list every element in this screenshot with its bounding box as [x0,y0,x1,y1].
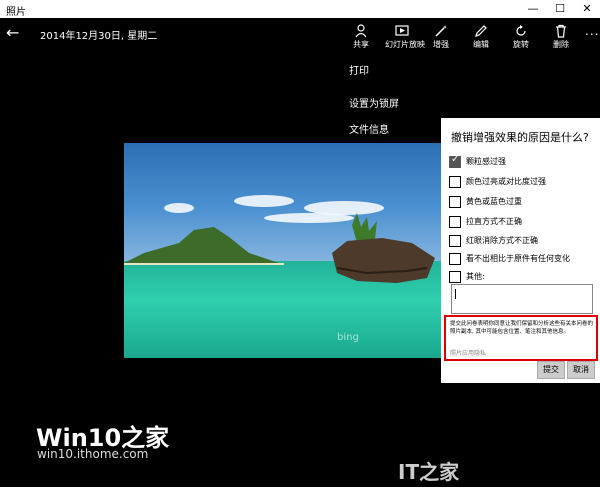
edit-label: 编辑 [473,40,489,49]
photo-rock-island [332,213,435,283]
undo-enhance-feedback-panel: 撤销增强效果的原因是什么? 颗粒感过强 颜色过亮或对比度过强 黄色或蓝色过重 拉… [441,118,600,383]
slideshow-icon [395,25,409,36]
site-url-watermark: win10.ithome.com [37,447,149,461]
slideshow-button[interactable]: 幻灯片放映 [385,24,425,50]
edit-button[interactable]: 编辑 [466,24,496,50]
feedback-option[interactable]: 拉直方式不正确 [449,216,599,228]
more-options-button[interactable]: ... [585,24,599,38]
share-label: 共享 [353,40,369,49]
privacy-link[interactable]: 照片应用隐私 [450,348,486,357]
photo-image: bing [124,143,446,358]
rotate-icon [516,25,526,36]
text-caret [455,289,456,299]
menu-file-info[interactable]: 文件信息 [349,121,389,136]
enhance-label: 增强 [433,40,449,49]
menu-set-lockscreen[interactable]: 设置为锁屏 [349,95,399,110]
feedback-option[interactable]: 其他: [449,271,599,283]
menu-print[interactable]: 打印 [349,62,369,77]
photo-date: 2014年12月30日, 星期二 [40,31,158,42]
minimize-button[interactable]: — [520,0,546,18]
rotate-label: 旋转 [513,40,529,49]
feedback-option-label: 其他: [466,272,485,281]
feedback-option-label: 红眼消除方式不正确 [466,236,538,245]
ithome-watermark-text: IT之家 [398,460,460,484]
trash-icon [556,24,566,38]
feedback-question: 撤销增强效果的原因是什么? [451,131,589,144]
photo-cloud [164,203,194,213]
feedback-option-label: 颜色过亮或对比度过强 [466,177,546,186]
window-title: 照片 [6,7,26,18]
checkbox[interactable] [449,253,461,265]
slideshow-label: 幻灯片放映 [385,40,425,49]
other-reason-input[interactable] [451,284,593,314]
feedback-option[interactable]: 颜色过亮或对比度过强 [449,176,599,188]
share-button[interactable]: 共享 [346,24,376,50]
feedback-option[interactable]: 颗粒感过强 [449,154,599,168]
pencil-edit-icon [475,25,487,37]
checkbox[interactable] [449,196,461,208]
ithome-watermark: IT之家 [398,456,459,485]
close-button[interactable]: ✕ [574,0,600,18]
bing-watermark: bing [337,332,359,343]
feedback-option-label: 颗粒感过强 [466,157,506,166]
share-icon [355,24,367,38]
checkbox[interactable] [449,235,461,247]
feedback-option-label: 拉直方式不正确 [466,217,522,226]
enhance-button[interactable]: 增强 [426,24,456,50]
feedback-option[interactable]: 红眼消除方式不正确 [449,235,599,247]
privacy-notice-text: 提交此问卷表明你同意让我们保留和分析这些有关本问卷的照片副本, 其中可能包含位置… [450,321,594,335]
feedback-option[interactable]: 黄色或蓝色过重 [449,196,599,208]
delete-label: 删除 [553,40,569,49]
feedback-option-label: 看不出相比于原件有任何变化 [466,254,570,263]
checkbox[interactable] [449,154,461,168]
photo-cloud [234,195,294,207]
title-bar: 照片 — ☐ ✕ [0,0,600,18]
checkbox[interactable] [449,216,461,228]
back-arrow-icon[interactable]: ← [6,24,24,42]
enhance-wand-icon [435,25,448,37]
rotate-button[interactable]: 旋转 [506,24,536,50]
feedback-option-label: 黄色或蓝色过重 [466,197,522,206]
delete-button[interactable]: 删除 [546,24,576,50]
cancel-button[interactable]: 取消 [567,361,595,379]
privacy-notice: 提交此问卷表明你同意让我们保留和分析这些有关本问卷的照片副本, 其中可能包含位置… [444,315,598,361]
maximize-button[interactable]: ☐ [547,0,573,18]
checkbox[interactable] [449,176,461,188]
photo-mountain [124,227,284,265]
submit-button[interactable]: 提交 [537,361,565,379]
checkbox[interactable] [449,271,461,283]
feedback-option[interactable]: 看不出相比于原件有任何变化 [449,253,599,265]
